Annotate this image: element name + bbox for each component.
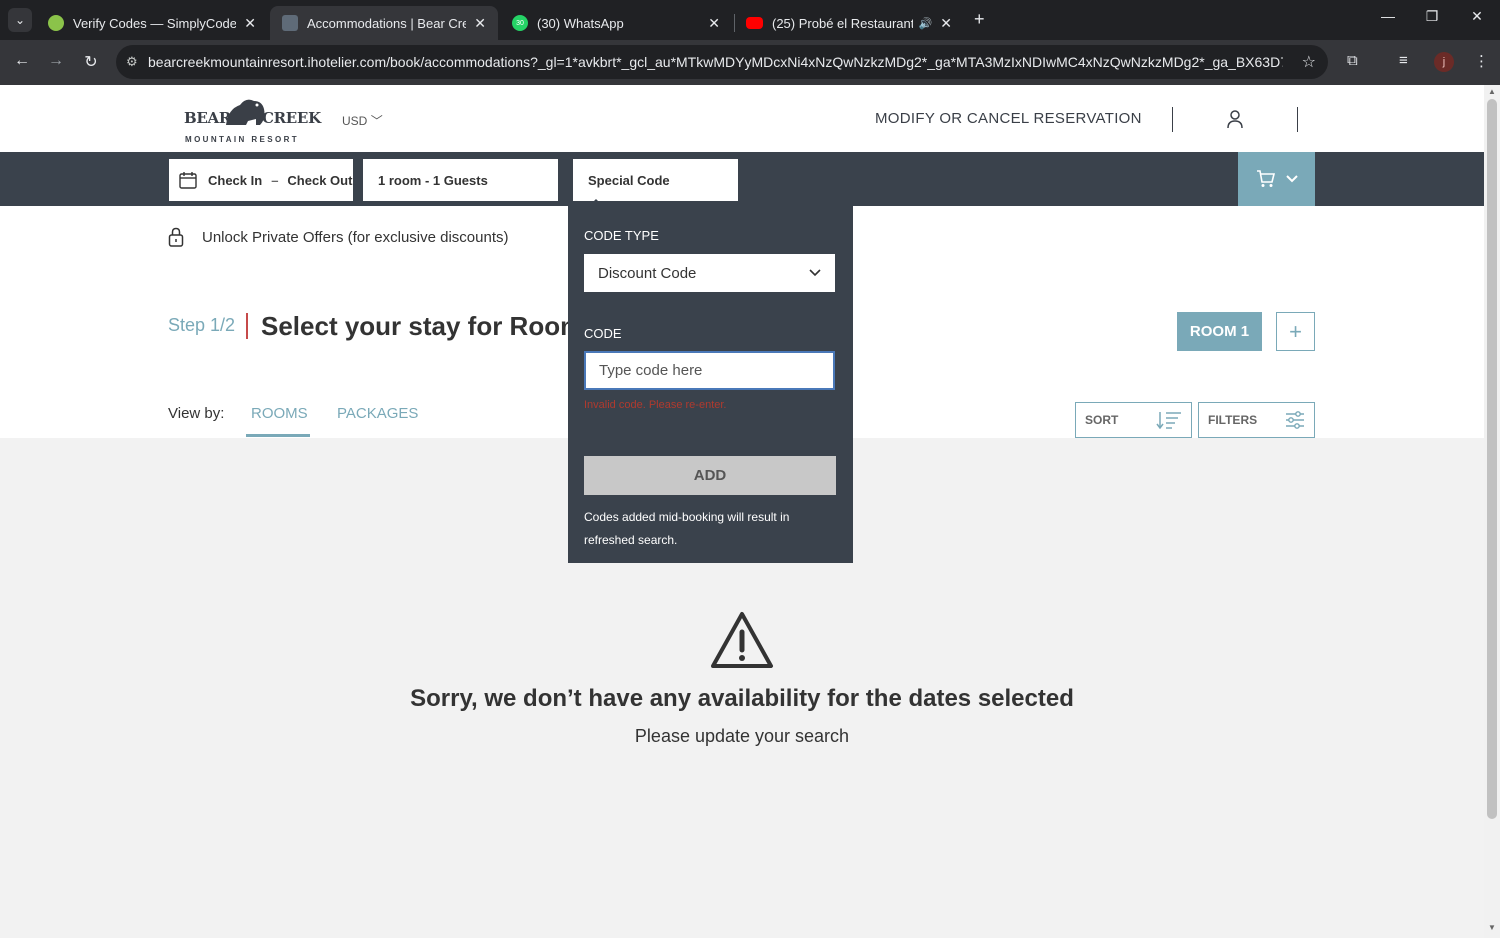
site-header: BEAR CREEK MOUNTAIN RESORT USD ﹀ MODIFY … — [0, 85, 1484, 152]
add-room-button[interactable]: + — [1276, 312, 1315, 351]
minimize-icon[interactable]: — — [1378, 8, 1398, 24]
restore-icon[interactable]: ❐ — [1422, 8, 1442, 25]
bear-creek-logo[interactable]: BEAR CREEK MOUNTAIN RESORT — [184, 95, 321, 145]
page-title: Select your stay for Room 1 — [261, 311, 605, 341]
code-input[interactable] — [584, 351, 835, 390]
date-dash: – — [271, 172, 279, 188]
filters-button[interactable]: FILTERS — [1198, 402, 1315, 438]
close-tab-icon[interactable]: ✕ — [474, 15, 486, 32]
invalid-code-error: Invalid code. Please re-enter. — [584, 399, 727, 411]
reload-icon[interactable]: ↻ — [81, 52, 101, 72]
filters-sliders-icon — [1286, 411, 1304, 429]
lock-icon — [168, 227, 184, 247]
check-out-label: Check Out — [287, 172, 353, 188]
bear-creek-favicon-icon — [282, 15, 298, 31]
user-account-icon[interactable] — [1226, 109, 1244, 129]
chevron-down-icon: ﹀ — [370, 114, 383, 128]
search-bar: Check In – Check Out 1 room - 1 Guests S… — [0, 152, 1484, 206]
sort-icon — [1156, 412, 1181, 429]
tab-rooms[interactable]: ROOMS — [251, 405, 308, 422]
sort-button[interactable]: SORT — [1075, 402, 1192, 438]
tab-simplycodes[interactable]: Verify Codes — SimplyCodes ✕ — [36, 6, 268, 40]
unlock-text: Unlock Private Offers (for exclusive dis… — [202, 228, 509, 246]
chevron-down-icon — [1285, 175, 1298, 183]
cart-icon — [1256, 170, 1275, 187]
youtube-favicon-icon — [746, 17, 763, 29]
speaker-icon[interactable]: 🔊 — [919, 17, 933, 30]
close-tab-icon[interactable]: ✕ — [940, 15, 952, 32]
warning-triangle-icon — [711, 612, 773, 668]
add-code-button[interactable]: ADD — [584, 456, 836, 495]
site-settings-icon[interactable]: ⚙ — [126, 54, 148, 70]
url-text: bearcreekmountainresort.ihotelier.com/bo… — [148, 54, 1283, 70]
more-menu-icon[interactable]: ⋮ — [1474, 52, 1489, 70]
tab-youtube[interactable]: (25) Probé el Restaurante de 🔊 ✕ — [734, 6, 964, 40]
browser-toolbar: ← → ↻ ⚙ bearcreekmountainresort.ihotelie… — [0, 40, 1500, 85]
header-divider — [1297, 107, 1298, 132]
calendar-icon — [179, 172, 197, 189]
code-type-label: CODE TYPE — [584, 228, 659, 243]
header-divider — [1172, 107, 1173, 132]
step-indicator: Step 1/2 — [168, 315, 236, 335]
guests-selector[interactable]: 1 room - 1 Guests — [363, 159, 558, 201]
cart-button[interactable] — [1238, 152, 1315, 206]
web-page: BEAR CREEK MOUNTAIN RESORT USD ﹀ MODIFY … — [0, 85, 1484, 938]
new-tab-icon[interactable]: + — [974, 9, 992, 30]
close-tab-icon[interactable]: ✕ — [708, 15, 720, 32]
currency-selector[interactable]: USD ﹀ — [342, 112, 383, 129]
whatsapp-favicon-icon: 30 — [512, 15, 528, 31]
date-picker[interactable]: Check In – Check Out — [169, 159, 353, 201]
unlock-private-offers[interactable]: Unlock Private Offers (for exclusive dis… — [168, 227, 509, 247]
scroll-up-icon[interactable]: ▲ — [1487, 87, 1497, 96]
view-by-label: View by: — [168, 405, 225, 422]
mid-booking-note: Codes added mid-booking will result in r… — [584, 510, 790, 547]
no-availability-title: Sorry, we don’t have any availability fo… — [410, 685, 1074, 712]
special-code-button[interactable]: Special Code — [573, 159, 738, 201]
code-type-select[interactable]: Discount Code — [584, 254, 835, 292]
step-divider — [246, 313, 248, 339]
close-tab-icon[interactable]: ✕ — [244, 15, 256, 32]
address-bar[interactable]: ⚙ bearcreekmountainresort.ihotelier.com/… — [116, 45, 1328, 79]
profile-avatar[interactable]: j — [1434, 52, 1454, 72]
no-availability-subtitle: Please update your search — [634, 726, 850, 746]
back-icon[interactable]: ← — [12, 52, 32, 70]
chevron-down-icon — [809, 269, 821, 277]
scroll-down-icon[interactable]: ▼ — [1487, 923, 1497, 932]
tab-search-icon[interactable]: ⌄ — [8, 8, 32, 32]
tab-packages[interactable]: PACKAGES — [337, 405, 418, 422]
code-label: CODE — [584, 326, 622, 341]
tab-accommodations[interactable]: Accommodations | Bear Creek M ✕ — [270, 6, 498, 40]
bookmark-star-icon[interactable]: ☆ — [1302, 52, 1316, 72]
media-controls-icon[interactable]: ≡ — [1399, 52, 1408, 69]
modify-cancel-link[interactable]: MODIFY OR CANCEL RESERVATION — [875, 110, 1142, 127]
popup-caret — [589, 199, 603, 206]
active-tab-underline — [246, 434, 310, 437]
browser-tab-bar: ⌄ Verify Codes — SimplyCodes ✕ Accommoda… — [0, 0, 1500, 40]
simplycodes-favicon-icon — [48, 15, 64, 31]
scroll-thumb[interactable] — [1487, 99, 1497, 819]
extensions-icon[interactable]: ⧉ — [1347, 52, 1358, 69]
check-in-label: Check In — [208, 172, 263, 188]
close-window-icon[interactable]: ✕ — [1467, 8, 1487, 25]
no-availability-message: Sorry, we don’t have any availability fo… — [0, 610, 1484, 746]
tab-whatsapp[interactable]: 30 (30) WhatsApp ✕ — [500, 6, 732, 40]
forward-icon[interactable]: → — [46, 52, 66, 70]
page-scrollbar[interactable]: ▲ ▼ — [1484, 85, 1500, 938]
special-code-popup: CODE TYPE Discount Code CODE Invalid cod… — [568, 206, 853, 563]
room-1-button[interactable]: ROOM 1 — [1177, 312, 1262, 351]
